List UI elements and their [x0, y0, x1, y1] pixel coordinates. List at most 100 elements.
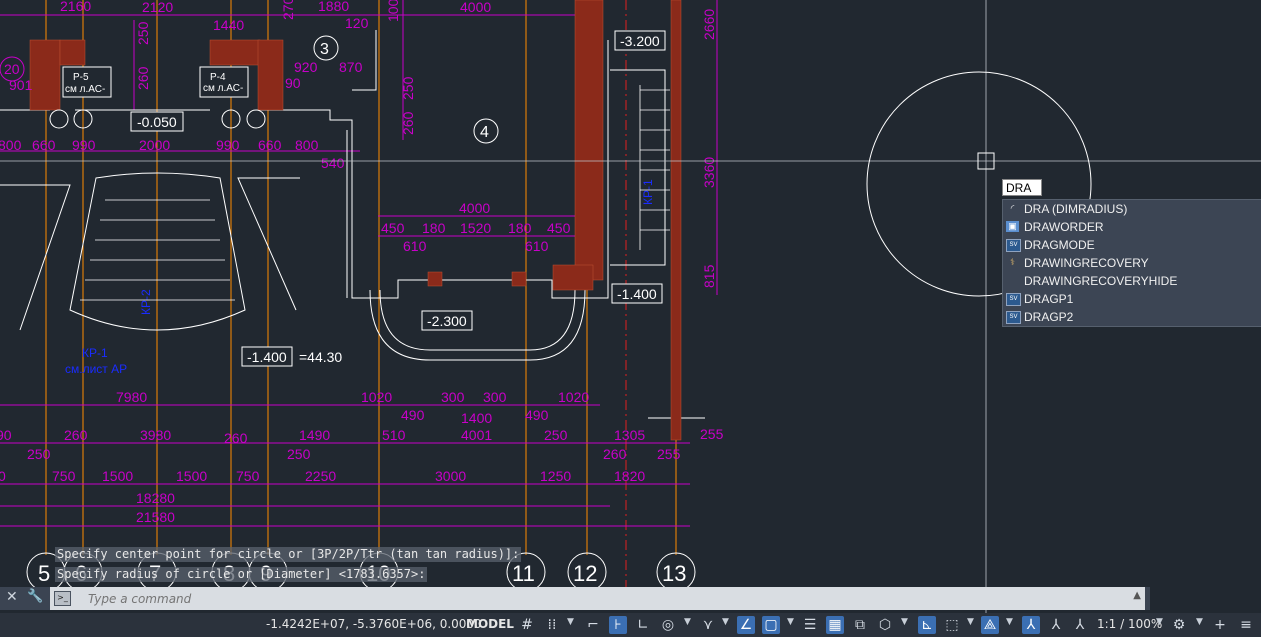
wrench-icon[interactable]: 🔧: [27, 589, 43, 604]
chevron-down-icon[interactable]: ▼: [1006, 617, 1013, 627]
object-snap-icon[interactable]: ▢: [762, 616, 780, 634]
svg-text:P-5: P-5: [73, 72, 89, 83]
coordinates-readout[interactable]: -1.4242E+07, -5.3760E+06, 0.0000: [266, 617, 482, 631]
annotation-scale-icon[interactable]: ⅄: [1071, 616, 1089, 634]
chevron-down-icon[interactable]: ▼: [901, 617, 908, 627]
model-space-button[interactable]: MODEL: [466, 617, 514, 631]
dynamic-ucs-icon[interactable]: ⊾: [918, 616, 936, 634]
svg-text:4000: 4000: [460, 0, 491, 15]
svg-text:1520: 1520: [460, 220, 491, 236]
svg-text:260: 260: [64, 427, 88, 443]
svg-text:2000: 2000: [139, 137, 170, 153]
polar-tracking-icon[interactable]: ◎: [659, 616, 677, 634]
command-input[interactable]: [86, 589, 1090, 609]
svg-text:1305: 1305: [614, 427, 645, 443]
chevron-down-icon[interactable]: ▼: [722, 617, 729, 627]
gizmo-icon[interactable]: ⟁: [981, 616, 999, 634]
snap-icon[interactable]: ⁞⁞: [543, 616, 561, 634]
svg-text:20: 20: [4, 61, 20, 77]
lineweight-icon[interactable]: ☰: [801, 616, 819, 634]
svg-text:3: 3: [320, 41, 329, 58]
svg-text:90: 90: [285, 75, 301, 91]
annotation-visibility-icon[interactable]: ⅄: [1022, 616, 1040, 634]
chevron-down-icon[interactable]: ▼: [787, 617, 794, 627]
svg-text:300: 300: [483, 389, 507, 405]
auto-scale-icon[interactable]: ⅄: [1047, 616, 1065, 634]
svg-text:=44.30: =44.30: [299, 349, 342, 365]
svg-text:2160: 2160: [60, 0, 91, 14]
svg-text:см л.АС-: см л.АС-: [65, 84, 105, 95]
selection-cycling-icon[interactable]: ⧉: [851, 616, 869, 634]
infer-constraints-icon[interactable]: ⌐: [584, 616, 602, 634]
svg-text:270: 270: [280, 0, 296, 20]
svg-text:-2.300: -2.300: [427, 313, 467, 329]
svg-text:510: 510: [382, 427, 406, 443]
chevron-down-icon[interactable]: ▼: [567, 617, 574, 627]
svg-text:260: 260: [400, 111, 416, 135]
svg-text:260: 260: [603, 446, 627, 462]
3d-osnap-icon[interactable]: ⬡: [876, 616, 894, 634]
svg-text:990: 990: [72, 137, 96, 153]
svg-text:18280: 18280: [136, 490, 175, 506]
svg-text:610: 610: [403, 238, 427, 254]
command-history-line-1: Specify center point for circle or [3P/2…: [55, 547, 522, 562]
svg-text:610: 610: [525, 238, 549, 254]
svg-text:13: 13: [662, 561, 686, 586]
svg-text:1500: 1500: [102, 468, 133, 484]
autocomplete-item-dragp1[interactable]: SV DRAGP1: [1003, 290, 1261, 308]
svg-text:21580: 21580: [136, 509, 175, 525]
svg-text:КР-2: КР-2: [139, 289, 153, 315]
svg-text:2250: 2250: [305, 468, 336, 484]
chevron-down-icon[interactable]: ▼: [684, 617, 691, 627]
object-snap-tracking-icon[interactable]: ∠: [737, 616, 755, 634]
svg-text:1440: 1440: [213, 17, 244, 33]
command-prompt-icon[interactable]: >_: [54, 591, 71, 606]
plus-icon[interactable]: +: [1211, 616, 1229, 634]
svg-text:250: 250: [287, 446, 311, 462]
svg-text:660: 660: [32, 137, 56, 153]
chevron-down-icon[interactable]: ▼: [967, 617, 974, 627]
history-up-icon[interactable]: ▲: [1133, 590, 1141, 601]
command-input-container[interactable]: >_ ▲: [50, 587, 1145, 610]
chevron-down-icon[interactable]: ▼: [1156, 617, 1163, 627]
svg-text:250: 250: [544, 427, 568, 443]
svg-text:КР-1: КР-1: [82, 346, 108, 360]
dynamic-input-icon[interactable]: ⊦: [609, 616, 627, 634]
autocomplete-item-drawingrecovery[interactable]: ⚕ DRAWINGRECOVERY: [1003, 254, 1261, 272]
svg-text:1490: 1490: [299, 427, 330, 443]
close-icon[interactable]: ✕: [6, 589, 18, 605]
transparency-icon[interactable]: ▦: [826, 616, 844, 634]
svg-text:300: 300: [441, 389, 465, 405]
dynamic-input-field[interactable]: DRA: [1002, 179, 1042, 196]
isodraft-icon[interactable]: ⋎: [699, 616, 717, 634]
chevron-down-icon[interactable]: ▼: [1196, 617, 1203, 627]
ortho-icon[interactable]: ∟: [634, 616, 652, 634]
svg-text:450: 450: [381, 220, 405, 236]
svg-text:4: 4: [480, 124, 489, 141]
customize-icon[interactable]: ≡: [1237, 616, 1255, 634]
svg-text:920: 920: [294, 59, 318, 75]
autocomplete-item-drawingrecoveryhide[interactable]: DRAWINGRECOVERYHIDE: [1003, 272, 1261, 290]
selection-filter-icon[interactable]: ⬚: [943, 616, 961, 634]
svg-text:180: 180: [422, 220, 446, 236]
svg-text:750: 750: [52, 468, 76, 484]
svg-text:1020: 1020: [558, 389, 589, 405]
svg-text:7980: 7980: [116, 389, 147, 405]
svg-text:КР-1: КР-1: [641, 179, 655, 205]
svg-text:800: 800: [295, 137, 319, 153]
svg-text:450: 450: [547, 220, 571, 236]
autocomplete-item-dragp2[interactable]: SV DRAGP2: [1003, 308, 1261, 326]
system-variable-icon: SV: [1006, 293, 1021, 306]
autocomplete-item-draworder[interactable]: ▣ DRAWORDER: [1003, 218, 1261, 236]
svg-text:120: 120: [345, 15, 369, 31]
hatched-wall: [574, 0, 604, 281]
autocomplete-item-dragmode[interactable]: SV DRAGMODE: [1003, 236, 1261, 254]
svg-text:800: 800: [0, 137, 22, 153]
svg-text:P-4: P-4: [210, 72, 226, 83]
grid-icon[interactable]: #: [518, 616, 536, 634]
annotation-scale-readout[interactable]: 1:1 / 100%: [1097, 617, 1162, 631]
autocomplete-item-dimradius[interactable]: ◜ DRA (DIMRADIUS): [1003, 200, 1261, 218]
svg-text:255: 255: [657, 446, 681, 462]
svg-text:815: 815: [701, 264, 717, 288]
gear-icon[interactable]: ⚙: [1170, 616, 1188, 634]
